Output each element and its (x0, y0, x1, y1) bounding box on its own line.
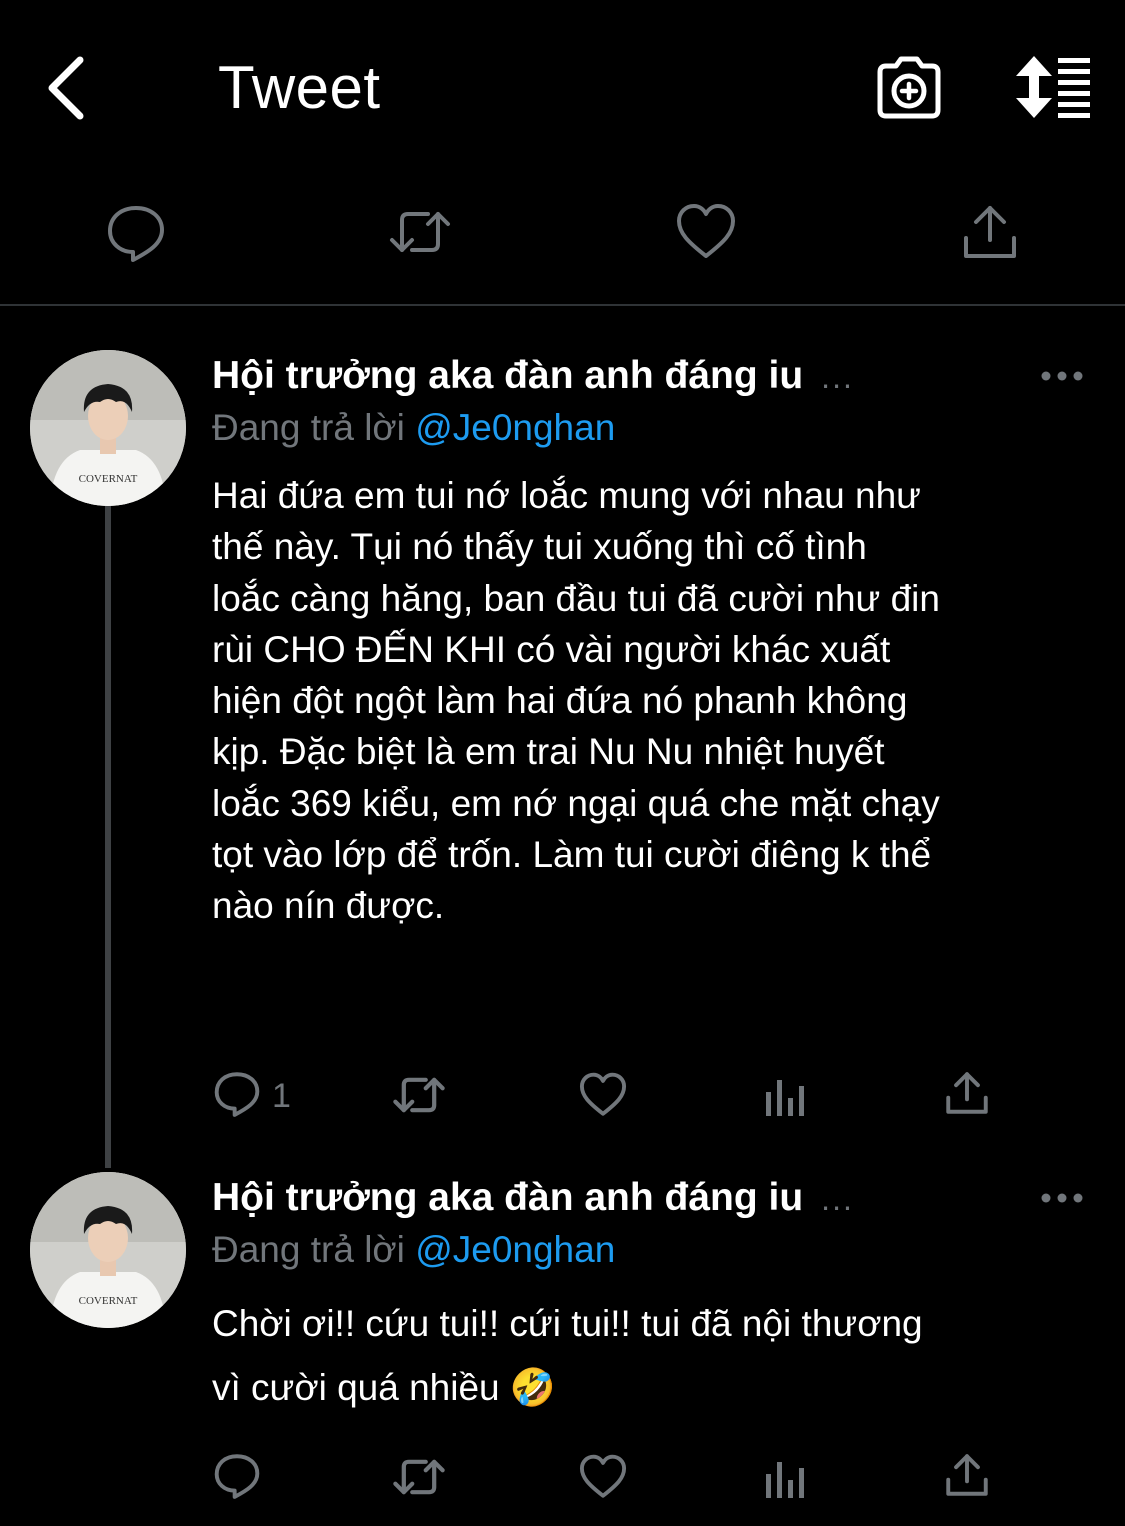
retweet-button[interactable] (392, 1068, 448, 1124)
main-share-button[interactable] (958, 200, 1022, 264)
like-button[interactable] (578, 1070, 634, 1126)
replying-to: Đang trả lời @Je0nghan (212, 1226, 615, 1274)
share-button[interactable] (942, 1450, 998, 1506)
tweet-text-line: tọt vào lớp để trốn. Làm tui cười điêng … (212, 834, 932, 876)
replying-handle-link[interactable]: @Je0nghan (415, 407, 615, 448)
reply-button[interactable] (212, 1450, 268, 1506)
avatar[interactable]: COVERNAT (30, 350, 186, 506)
tweet-text: Chời ơi!! cứu tui!! cứi tui!! tui đã nội… (212, 1292, 1092, 1420)
replying-handle-link[interactable]: @Je0nghan (415, 1229, 615, 1270)
sort-list-icon (1016, 56, 1090, 118)
tweet-text-line: Chời ơi!! cứu tui!! cứi tui!! tui đã nội… (212, 1303, 923, 1344)
display-name[interactable]: Hội trưởng aka đàn anh đáng iu... (212, 352, 854, 401)
tweet-text-line: loắc càng hăng, ban đầu tui đã cười như … (212, 577, 940, 619)
svg-text:COVERNAT: COVERNAT (79, 473, 138, 485)
display-name-text: Hội trưởng aka đàn anh đáng iu (212, 1176, 804, 1219)
page-title: Tweet (218, 54, 381, 121)
more-options-button[interactable] (1040, 366, 1084, 386)
name-truncation: ... (821, 1181, 854, 1217)
analytics-button[interactable] (764, 1072, 820, 1128)
share-button[interactable] (942, 1068, 998, 1124)
heart-icon (579, 1454, 627, 1498)
reply-icon (214, 1072, 260, 1117)
replying-to: Đang trả lời @Je0nghan (212, 404, 615, 452)
reply-icon (214, 1454, 260, 1499)
heart-icon (579, 1072, 627, 1116)
avatar[interactable]: COVERNAT (30, 1172, 186, 1328)
avatar-photo: COVERNAT (30, 350, 186, 506)
analytics-icon (766, 1462, 804, 1498)
reply-count: 1 (272, 1077, 291, 1115)
share-icon (964, 206, 1016, 258)
tweet-text-line: nào nín được. (212, 885, 445, 927)
thread-line (105, 500, 111, 1168)
tweet-text-line: thế này. Tụi nó thấy tui xuống thì cố tì… (212, 526, 867, 568)
tweet-text-line: hiện đột ngột làm hai đứa nó phanh không (212, 680, 908, 722)
reply-icon (108, 206, 164, 262)
camera-button[interactable] (874, 56, 944, 120)
main-retweet-button[interactable] (388, 200, 452, 264)
retweet-icon (393, 1077, 445, 1113)
retweet-button[interactable] (392, 1450, 448, 1506)
display-name[interactable]: Hội trưởng aka đàn anh đáng iu... (212, 1174, 854, 1223)
retweet-icon (390, 212, 450, 252)
main-like-button[interactable] (674, 200, 738, 264)
more-horizontal-icon (1041, 371, 1083, 381)
analytics-icon (766, 1080, 804, 1116)
chevron-left-icon (48, 56, 84, 120)
reply-button[interactable] (212, 1068, 268, 1124)
avatar-photo: COVERNAT (30, 1172, 186, 1328)
tweet-text-line: vì cười quá nhiều 🤣 (212, 1367, 556, 1408)
tweet-text-line: Hai đứa em tui nớ loắc mung với nhau như (212, 475, 921, 516)
replying-prefix: Đang trả lời (212, 1229, 405, 1270)
share-icon (946, 1072, 988, 1114)
share-icon (946, 1454, 988, 1496)
replying-prefix: Đang trả lời (212, 407, 405, 448)
like-button[interactable] (578, 1452, 634, 1508)
svg-text:COVERNAT: COVERNAT (79, 1295, 138, 1307)
name-truncation: ... (821, 359, 854, 395)
main-reply-button[interactable] (104, 200, 168, 264)
sort-replies-button[interactable] (1010, 54, 1096, 120)
more-options-button[interactable] (1040, 1188, 1084, 1208)
tweet-text-line: rùi CHO ĐẾN KHI có vài người khác xuất (212, 628, 891, 670)
tweet-text-line: loắc 369 kiểu, em nớ ngại quá che mặt ch… (212, 782, 940, 824)
tweet-text: Hai đứa em tui nớ loắc mung với nhau như… (212, 470, 1092, 932)
analytics-button[interactable] (764, 1454, 820, 1510)
display-name-text: Hội trưởng aka đàn anh đáng iu (212, 354, 804, 397)
camera-add-icon (877, 56, 941, 119)
more-horizontal-icon (1041, 1193, 1083, 1203)
heart-icon (677, 204, 735, 258)
retweet-icon (393, 1459, 445, 1495)
tweet-text-line: kịp. Đặc biệt là em trai Nu Nu nhiệt huy… (212, 731, 885, 773)
section-divider (0, 304, 1125, 306)
back-button[interactable] (40, 52, 96, 124)
